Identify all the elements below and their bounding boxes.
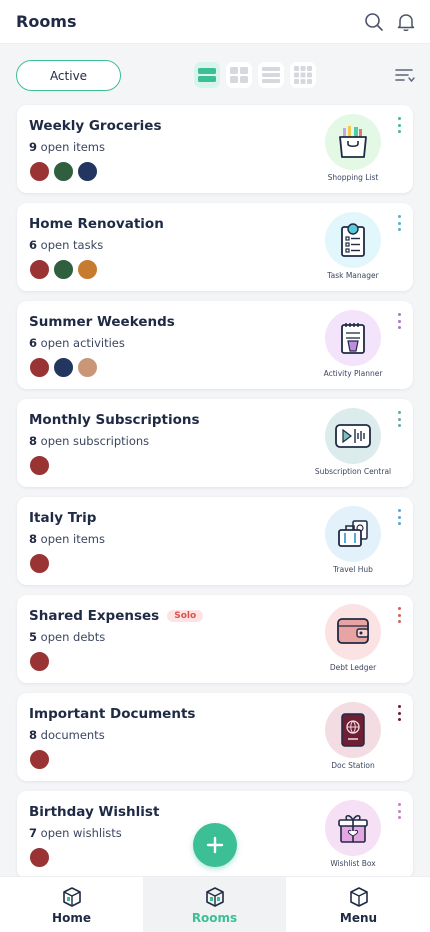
app-label: Doc Station [331, 761, 375, 770]
room-title: Monthly Subscriptions [29, 412, 200, 428]
app-label: Wishlist Box [330, 859, 376, 868]
room-count: 8 open subscriptions [29, 434, 150, 448]
app-circle[interactable] [325, 212, 381, 268]
passport-icon [341, 713, 365, 747]
solo-badge: Solo [167, 610, 204, 622]
view-tiles-button[interactable] [290, 62, 316, 88]
more-options-button[interactable] [395, 117, 403, 133]
app-label: Subscription Central [314, 467, 392, 476]
room-title: Weekly Groceries [29, 118, 162, 134]
menu-cube-icon [349, 886, 368, 907]
more-options-button[interactable] [395, 803, 403, 819]
avatar [29, 357, 50, 378]
room-title: Birthday Wishlist [29, 804, 160, 820]
app-label: Activity Planner [323, 369, 383, 378]
nav-rooms[interactable]: Rooms [143, 877, 286, 932]
app-label: Travel Hub [333, 565, 373, 574]
app-circle[interactable] [325, 506, 381, 562]
more-options-button[interactable] [395, 215, 403, 231]
avatar [29, 455, 50, 476]
clipboard-icon [341, 223, 365, 257]
room-card-summer-weekends[interactable]: Summer Weekends 6 open activities Activi… [17, 301, 413, 389]
avatar [29, 749, 50, 770]
nav-menu-label: Menu [339, 910, 378, 925]
more-options-button[interactable] [395, 509, 403, 525]
app-label: Task Manager [327, 271, 379, 280]
plus-icon [206, 836, 224, 854]
sort-icon[interactable] [394, 65, 416, 85]
room-card-home-renovation[interactable]: Home Renovation 6 open tasks Task Manage… [17, 203, 413, 291]
more-options-button[interactable] [395, 607, 403, 623]
search-icon[interactable] [363, 11, 385, 33]
app-label: Debt Ledger [329, 663, 377, 672]
bottom-navigation: Home Rooms Menu [0, 876, 430, 932]
nav-home-label: Home [52, 910, 91, 925]
avatar [29, 651, 50, 672]
room-card-shared-expenses[interactable]: Shared Expenses Solo 5 open debts Debt Le… [17, 595, 413, 683]
view-compact-button[interactable] [258, 62, 284, 88]
more-options-button[interactable] [395, 411, 403, 427]
app-circle[interactable] [325, 604, 381, 660]
room-title: Summer Weekends [29, 314, 175, 330]
list-view-icon [198, 68, 216, 82]
app-circle[interactable] [325, 310, 381, 366]
gift-icon [338, 815, 368, 843]
page-title: Rooms [16, 12, 77, 31]
room-title: Important Documents [29, 706, 196, 722]
home-cube-icon [62, 886, 81, 907]
app-label: Shopping List [327, 173, 379, 182]
nav-rooms-label: Rooms [191, 910, 238, 925]
room-title: Home Renovation [29, 216, 164, 232]
notepad-icon [341, 323, 365, 354]
avatar [53, 357, 74, 378]
app-circle[interactable] [325, 800, 381, 856]
room-count: 9 open items [29, 140, 105, 154]
more-options-button[interactable] [395, 313, 403, 329]
shopping-bag-icon [339, 126, 367, 158]
avatar [53, 161, 74, 182]
wallet-icon [337, 618, 369, 644]
room-title: Italy Trip [29, 510, 97, 526]
app-circle[interactable] [325, 702, 381, 758]
room-count: 8 open items [29, 532, 105, 546]
room-card-monthly-subscriptions[interactable]: Monthly Subscriptions 8 open subscriptio… [17, 399, 413, 487]
avatar [29, 259, 50, 280]
avatar [77, 161, 98, 182]
room-count: 8 documents [29, 728, 105, 742]
add-room-button[interactable] [193, 823, 237, 867]
video-icon [335, 424, 371, 448]
room-count: 6 open activities [29, 336, 125, 350]
view-list-button[interactable] [194, 62, 220, 88]
avatar [29, 161, 50, 182]
room-title: Shared Expenses Solo [29, 608, 204, 624]
room-count: 7 open wishlists [29, 826, 122, 840]
luggage-icon [338, 520, 368, 547]
nav-home[interactable]: Home [0, 877, 143, 932]
rooms-cube-icon [205, 886, 224, 907]
avatar [29, 553, 50, 574]
tiles-view-icon [294, 66, 312, 84]
avatar [53, 259, 74, 280]
avatar [77, 259, 98, 280]
room-card-weekly-groceries[interactable]: Weekly Groceries 9 open items Shopping L… [17, 105, 413, 193]
compact-view-icon [262, 67, 280, 83]
more-options-button[interactable] [395, 705, 403, 721]
room-count: 5 open debts [29, 630, 106, 644]
avatar [29, 847, 50, 868]
grid-view-icon [230, 67, 248, 83]
avatar [77, 357, 98, 378]
bell-icon[interactable] [395, 11, 417, 33]
nav-menu[interactable]: Menu [287, 877, 430, 932]
room-card-important-documents[interactable]: Important Documents 8 documents Doc Stat… [17, 693, 413, 781]
filter-active-button[interactable]: Active [16, 60, 121, 91]
app-circle[interactable] [325, 114, 381, 170]
app-circle[interactable] [325, 408, 381, 464]
top-app-bar: Rooms [0, 0, 430, 44]
room-card-italy-trip[interactable]: Italy Trip 8 open items Travel Hub [17, 497, 413, 585]
view-grid-button[interactable] [226, 62, 252, 88]
room-count: 6 open tasks [29, 238, 104, 252]
